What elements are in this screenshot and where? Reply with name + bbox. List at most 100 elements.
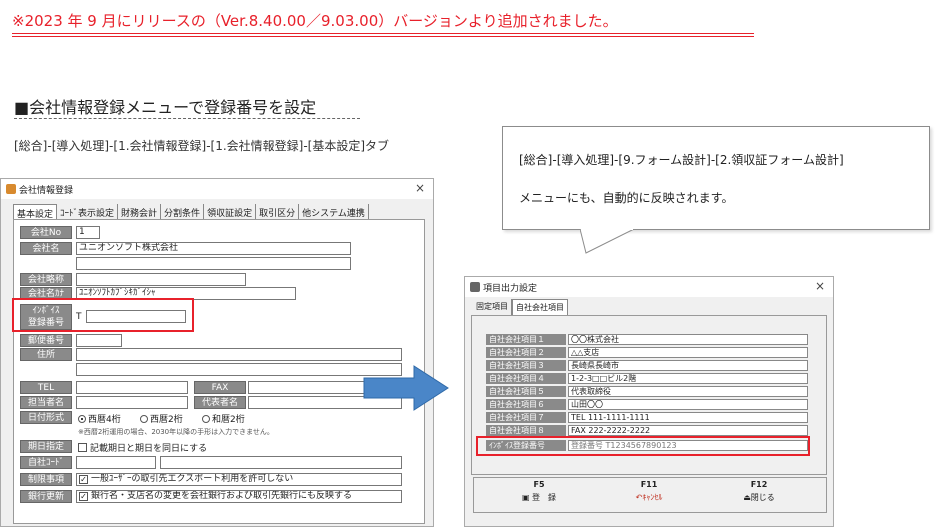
row-value[interactable]: 代表取締役 [568, 386, 808, 397]
company-no-field[interactable]: 1 [76, 226, 100, 239]
label-representative: 代表者名 [194, 396, 246, 409]
label-restriction: 制限事項 [20, 473, 72, 486]
dialog-title: 会社情報登録 [19, 186, 74, 196]
tab-split-conditions[interactable]: 分割条件 [161, 204, 205, 220]
row-value[interactable]: 1-2-3□□ビル2階 [568, 373, 808, 384]
address-field-1[interactable] [76, 348, 402, 361]
close-icon[interactable]: × [815, 279, 825, 293]
register-button[interactable]: F5 ▣ 登 録 [504, 480, 574, 503]
dialog2-title: 項目出力設定 [483, 284, 538, 294]
f12-key-label: F12 [750, 480, 768, 489]
tab-own-company-items[interactable]: 自社会社項目 [512, 299, 568, 315]
radio-selected-icon [78, 415, 86, 423]
row-value[interactable]: FAX 222-2222-2222 [568, 425, 808, 436]
f11-key-label: F11 [640, 480, 658, 489]
row-label: 自社会社項目２ [486, 347, 566, 358]
tab-system-integration[interactable]: 他システム連携 [299, 204, 369, 220]
own-code-name-field[interactable] [160, 456, 402, 469]
postal-field[interactable] [76, 334, 122, 347]
contact-name-field[interactable] [76, 396, 188, 409]
date-option-3-label: 和暦2桁 [212, 415, 245, 425]
company-short-field[interactable] [76, 273, 246, 286]
label-fiscal-date: 期日指定 [20, 440, 72, 453]
app-icon [6, 184, 16, 194]
label-company-name: 会社名 [20, 242, 72, 255]
row-value[interactable]: △△支店 [568, 347, 808, 358]
item-output-tabs: 固定項目 自社会社項目 [473, 299, 568, 315]
row-value[interactable]: 山田〇〇 [568, 399, 808, 410]
date-option-3[interactable]: 和暦2桁 [202, 412, 245, 425]
app-icon [470, 282, 480, 292]
radio-icon [202, 415, 210, 423]
tab-receipt-settings[interactable]: 領収証設定 [204, 204, 257, 220]
release-notice: ※2023 年 9 月にリリースの（Ver.8.40.00／9.03.00）バー… [12, 12, 618, 30]
close-icon[interactable]: × [415, 181, 425, 195]
label-postal: 郵便番号 [20, 334, 72, 347]
company-info-titlebar: 会社情報登録 × [1, 179, 433, 199]
fiscal-date-checkbox[interactable]: 記載期日と期日を同日にする [78, 441, 207, 454]
cancel-button[interactable]: F11 ↶ｷｬﾝｾﾙ [614, 480, 684, 503]
company-info-dialog: 会社情報登録 × 基本設定 ｺｰﾄﾞ表示設定 財務会計 分割条件 領収証設定 取… [0, 178, 434, 527]
row-label: 自社会社項目７ [486, 412, 566, 423]
date-option-1-label: 西暦4桁 [88, 415, 121, 425]
tab-basic-settings[interactable]: 基本設定 [13, 204, 58, 220]
bank-update-checkbox[interactable]: 銀行名・支店名の変更を会社銀行および取引先銀行にも反映する [76, 490, 402, 503]
f5-key-label: F5 [533, 480, 545, 489]
notice-underline [12, 33, 754, 34]
label-bank-update: 銀行更新 [20, 490, 72, 503]
close-label: ⏏閉じる [743, 493, 775, 502]
label-fax: FAX [194, 381, 246, 394]
tab-fixed-items[interactable]: 固定項目 [473, 299, 512, 315]
fiscal-date-check-label: 記載期日と期日を同日にする [90, 444, 208, 454]
date-option-1[interactable]: 西暦4桁 [78, 412, 121, 425]
item-output-dialog: 項目出力設定 × 固定項目 自社会社項目 自社会社項目１ 〇〇株式会社 自社会社… [464, 276, 834, 527]
label-contact-name: 担当者名 [20, 396, 72, 409]
tel-field[interactable] [76, 381, 188, 394]
item-output-titlebar: 項目出力設定 × [465, 277, 833, 297]
address-field-2[interactable] [76, 363, 402, 376]
company-name-field[interactable]: ユニオンソフト株式会社 [76, 242, 351, 255]
label-address: 住所 [20, 348, 72, 361]
function-key-bar: F5 ▣ 登 録 F11 ↶ｷｬﾝｾﾙ F12 ⏏閉じる [473, 477, 827, 513]
tab-transaction-type[interactable]: 取引区分 [256, 204, 300, 220]
company-info-tabs: 基本設定 ｺｰﾄﾞ表示設定 財務会計 分割条件 領収証設定 取引区分 他システム… [13, 204, 369, 220]
checkbox-checked-icon [79, 475, 88, 484]
row-value[interactable]: 長崎県長崎市 [568, 360, 808, 371]
bank-update-check-label: 銀行名・支店名の変更を会社銀行および取引先銀行にも反映する [91, 491, 353, 501]
restriction-check-label: 一般ﾕｰｻﾞｰの取引先エクスポート利用を許可しない [91, 474, 294, 484]
register-label: ▣ 登 録 [521, 493, 557, 502]
label-company-short: 会社略称 [20, 273, 72, 286]
label-tel: TEL [20, 381, 72, 394]
callout-line-2: メニューにも、自動的に反映されます。 [519, 191, 734, 205]
label-date-format: 日付形式 [20, 411, 72, 424]
invoice-row-highlight-box [476, 436, 810, 456]
callout-box: [総合]-[導入処理]-[9.フォーム設計]-[2.領収証フォーム設計] メニュ… [502, 126, 930, 230]
row-label: 自社会社項目６ [486, 399, 566, 410]
notice-underline-2 [12, 36, 754, 37]
cancel-label: ↶ｷｬﾝｾﾙ [635, 493, 663, 502]
row-value[interactable]: 〇〇株式会社 [568, 334, 808, 345]
tab-financial[interactable]: 財務会計 [118, 204, 162, 220]
company-name-field-2[interactable] [76, 257, 351, 270]
row-value[interactable]: TEL 111-1111-1111 [568, 412, 808, 423]
checkbox-checked-icon [79, 492, 88, 501]
date-option-2[interactable]: 西暦2桁 [140, 412, 183, 425]
callout-line-1: [総合]-[導入処理]-[9.フォーム設計]-[2.領収証フォーム設計] [519, 153, 844, 167]
radio-icon [140, 415, 148, 423]
date-option-2-label: 西暦2桁 [150, 415, 183, 425]
row-label: 自社会社項目８ [486, 425, 566, 436]
label-company-no: 会社No [20, 226, 72, 239]
label-own-code: 自社ｺｰﾄﾞ [20, 456, 72, 469]
callout-tail [580, 229, 635, 254]
invoice-highlight-box [12, 298, 194, 332]
row-label: 自社会社項目５ [486, 386, 566, 397]
tab-code-display[interactable]: ｺｰﾄﾞ表示設定 [57, 204, 119, 220]
close-button[interactable]: F12 ⏏閉じる [724, 480, 794, 503]
right-arrow-icon [363, 365, 449, 411]
row-label: 自社会社項目１ [486, 334, 566, 345]
menu-path: [総合]-[導入処理]-[1.会社情報登録]-[1.会社情報登録]-[基本設定]… [14, 139, 390, 153]
checkbox-icon [78, 443, 87, 452]
own-code-field[interactable] [76, 456, 156, 469]
restriction-checkbox[interactable]: 一般ﾕｰｻﾞｰの取引先エクスポート利用を許可しない [76, 473, 402, 486]
section-title: ■会社情報登録メニューで登録番号を設定 [14, 98, 317, 117]
